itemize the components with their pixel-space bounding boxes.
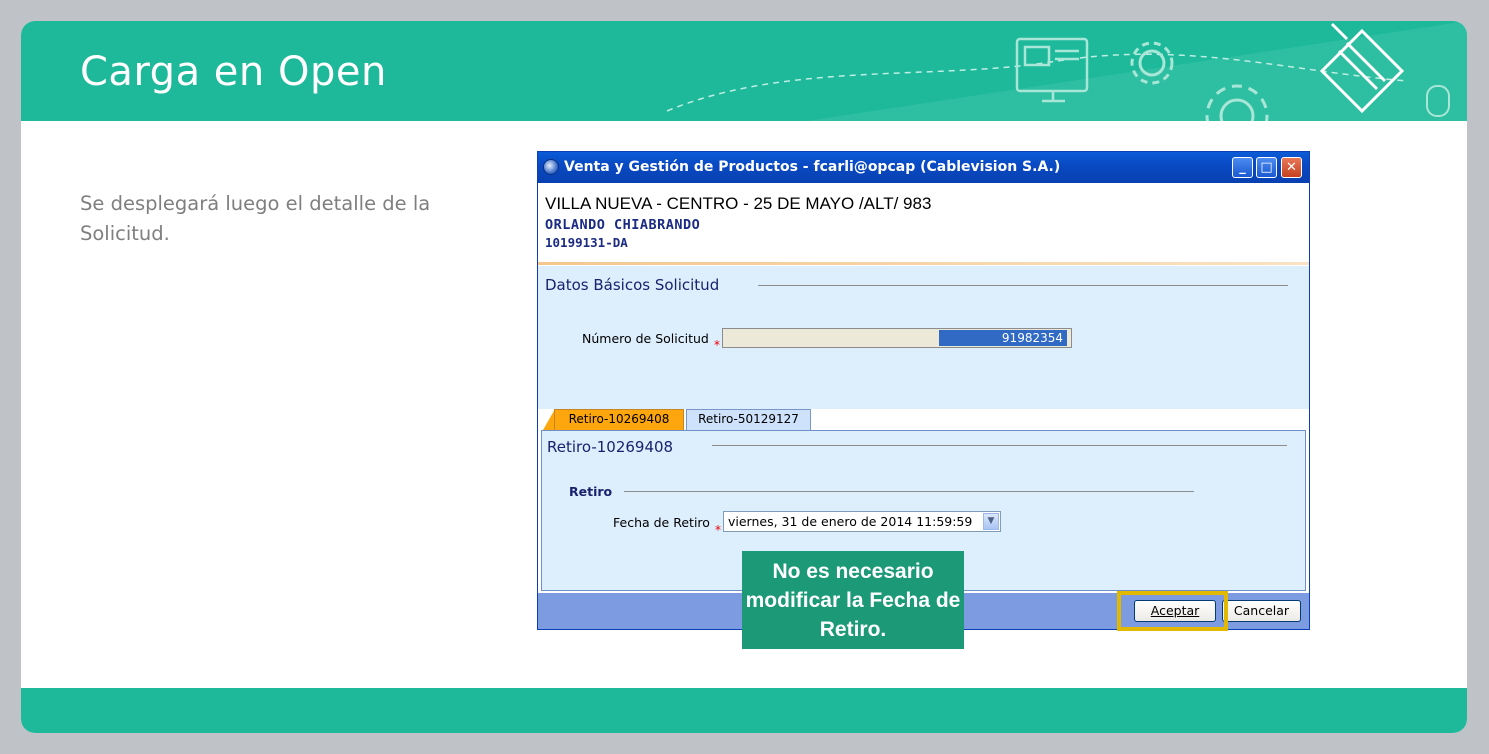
group-divider: [624, 491, 1194, 492]
numero-field[interactable]: 91982354: [722, 328, 1072, 348]
basic-section-title: Datos Básicos Solicitud: [545, 276, 720, 294]
required-marker: *: [715, 523, 721, 537]
chevron-down-icon[interactable]: ▼: [983, 513, 999, 530]
customer-info: VILLA NUEVA - CENTRO - 25 DE MAYO /ALT/ …: [545, 194, 931, 250]
close-button[interactable]: ✕: [1281, 157, 1302, 178]
cancel-label: Cancelar: [1233, 603, 1290, 618]
slide-header: Carga en Open: [21, 21, 1467, 121]
slide-title: Carga en Open: [80, 49, 387, 95]
customer-account: 10199131-DA: [545, 235, 628, 250]
numero-label: Número de Solicitud: [582, 331, 709, 346]
tab-retiro-10269408[interactable]: Retiro-10269408: [554, 409, 684, 430]
basic-data-panel: Datos Básicos Solicitud Número de Solici…: [538, 266, 1309, 409]
customer-name: ORLANDO CHIABRANDO: [545, 217, 701, 233]
accept-highlight-box: [1117, 591, 1228, 631]
retiro-group-title: Retiro: [569, 484, 613, 499]
globe-icon: [543, 159, 559, 175]
callout-box: No es necesario modificar la Fecha de Re…: [742, 551, 964, 649]
fecha-value: viernes, 31 de enero de 2014 11:59:59: [728, 514, 973, 529]
minimize-button[interactable]: _: [1232, 157, 1253, 178]
required-marker: *: [714, 338, 720, 352]
tab-retiro-50129127[interactable]: Retiro-50129127: [686, 409, 811, 430]
section-divider: [758, 285, 1288, 286]
tab-panel-title: Retiro-10269408: [547, 438, 674, 456]
numero-value: 91982354: [939, 330, 1067, 346]
window-titlebar[interactable]: Venta y Gestión de Productos - fcarli@op…: [538, 152, 1309, 183]
cancel-button[interactable]: Cancelar: [1222, 600, 1301, 622]
window-title: Venta y Gestión de Productos - fcarli@op…: [564, 159, 1061, 175]
fecha-select[interactable]: viernes, 31 de enero de 2014 11:59:59 ▼: [723, 511, 1001, 532]
customer-address: VILLA NUEVA - CENTRO - 25 DE MAYO /ALT/ …: [545, 194, 932, 213]
maximize-button[interactable]: □: [1256, 157, 1277, 178]
description-text: Se desplegará luego el detalle de la Sol…: [80, 192, 431, 245]
header-decoration-icons: [666, 21, 1467, 121]
slide-footer: [21, 688, 1467, 733]
fecha-label: Fecha de Retiro: [613, 515, 710, 530]
computer-icon: [1015, 37, 1089, 103]
header-separator: [538, 262, 1309, 265]
panel-divider: [712, 445, 1287, 446]
